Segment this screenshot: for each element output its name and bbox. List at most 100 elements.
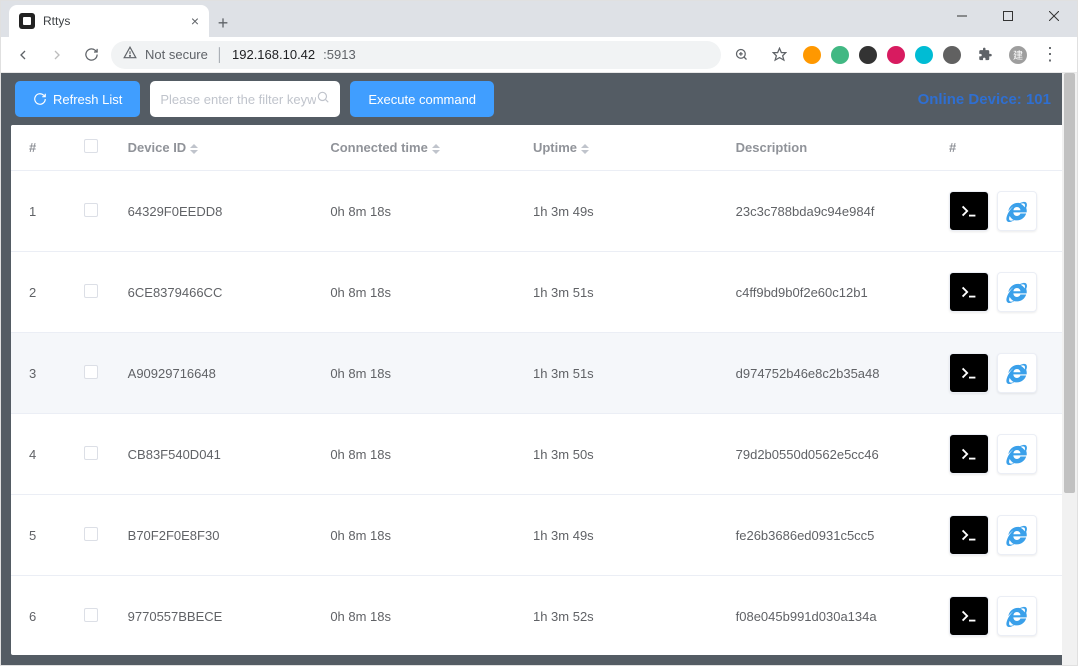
extension-icon-3[interactable] xyxy=(887,46,905,64)
row-checkbox[interactable] xyxy=(84,365,98,379)
web-button[interactable] xyxy=(997,596,1037,636)
cell-connected: 0h 8m 18s xyxy=(320,576,523,656)
window-maximize-button[interactable] xyxy=(985,1,1031,31)
nav-back-button[interactable] xyxy=(9,41,37,69)
page-scrollbar[interactable] xyxy=(1062,73,1077,665)
row-checkbox[interactable] xyxy=(84,527,98,541)
online-device-count: Online Device: 101 xyxy=(918,91,1063,108)
window-minimize-button[interactable] xyxy=(939,1,985,31)
web-button[interactable] xyxy=(997,272,1037,312)
web-button[interactable] xyxy=(997,353,1037,393)
cell-uptime: 1h 3m 52s xyxy=(523,576,726,656)
close-tab-icon[interactable]: × xyxy=(191,13,199,29)
extension-icon-5[interactable] xyxy=(943,46,961,64)
omnibox-separator: │ xyxy=(216,47,224,62)
col-header-uptime[interactable]: Uptime xyxy=(523,125,726,171)
cell-connected: 0h 8m 18s xyxy=(320,171,523,252)
extension-icon-1[interactable] xyxy=(831,46,849,64)
terminal-button[interactable] xyxy=(949,515,989,555)
row-checkbox[interactable] xyxy=(84,446,98,460)
sort-icon xyxy=(190,144,198,154)
scrollbar-thumb[interactable] xyxy=(1064,73,1075,493)
web-button[interactable] xyxy=(997,515,1037,555)
browser-menu-button[interactable]: ⋮ xyxy=(1037,44,1063,65)
profile-avatar[interactable]: 建 xyxy=(1009,46,1027,64)
bookmark-icon[interactable] xyxy=(765,41,793,69)
omnibox[interactable]: Not secure │ 192.168.10.42:5913 xyxy=(111,41,721,69)
cell-checkbox xyxy=(64,252,117,333)
table-row: 26CE8379466CC0h 8m 18s1h 3m 51sc4ff9bd9b… xyxy=(11,252,1067,333)
cell-connected: 0h 8m 18s xyxy=(320,333,523,414)
cell-uptime: 1h 3m 49s xyxy=(523,171,726,252)
table-row: 5B70F2F0E8F300h 8m 18s1h 3m 49sfe26b3686… xyxy=(11,495,1067,576)
terminal-button[interactable] xyxy=(949,434,989,474)
execute-command-button[interactable]: Execute command xyxy=(350,81,494,117)
row-checkbox[interactable] xyxy=(84,608,98,622)
cell-index: 1 xyxy=(11,171,64,252)
refresh-list-button[interactable]: Refresh List xyxy=(15,81,140,117)
cell-uptime: 1h 3m 51s xyxy=(523,252,726,333)
cell-connected: 0h 8m 18s xyxy=(320,414,523,495)
col-header-actions: # xyxy=(939,125,1067,171)
device-table: # Device ID Connected time Uptime Descri… xyxy=(11,125,1067,655)
terminal-button[interactable] xyxy=(949,353,989,393)
table-row: 69770557BBECE0h 8m 18s1h 3m 52sf08e045b9… xyxy=(11,576,1067,656)
cell-checkbox xyxy=(64,414,117,495)
cell-index: 6 xyxy=(11,576,64,656)
page-toolbar: Refresh List Execute command Online Devi… xyxy=(1,73,1077,125)
filter-input[interactable] xyxy=(160,92,316,107)
cell-actions xyxy=(939,333,1067,414)
row-checkbox[interactable] xyxy=(84,203,98,217)
cell-device-id: A90929716648 xyxy=(118,333,321,414)
col-header-connected[interactable]: Connected time xyxy=(320,125,523,171)
new-tab-button[interactable]: + xyxy=(209,9,237,37)
browser-tab[interactable]: Rttys × xyxy=(9,5,209,37)
nav-forward-button[interactable] xyxy=(43,41,71,69)
terminal-button[interactable] xyxy=(949,191,989,231)
not-secure-icon xyxy=(123,46,137,63)
table-row: 1 64329F0EEDD80h 8m 18s1h 3m 49s23c3c788b… xyxy=(11,171,1067,252)
cell-checkbox xyxy=(64,333,117,414)
nav-reload-button[interactable] xyxy=(77,41,105,69)
window-close-button[interactable] xyxy=(1031,1,1077,31)
table-row: 4CB83F540D0410h 8m 18s1h 3m 50s79d2b0550… xyxy=(11,414,1067,495)
select-all-checkbox[interactable] xyxy=(84,139,98,153)
cell-checkbox xyxy=(64,495,117,576)
cell-description: fe26b3686ed0931c5cc5 xyxy=(726,495,939,576)
terminal-button[interactable] xyxy=(949,272,989,312)
tab-favicon xyxy=(19,13,35,29)
col-header-description: Description xyxy=(726,125,939,171)
cell-device-id: 64329F0EEDD8 xyxy=(118,171,321,252)
omnibox-port: :5913 xyxy=(323,47,356,62)
window-controls xyxy=(939,1,1077,37)
cell-connected: 0h 8m 18s xyxy=(320,252,523,333)
search-icon xyxy=(316,90,330,109)
row-checkbox[interactable] xyxy=(84,284,98,298)
table-row: 3A909297166480h 8m 18s1h 3m 51sd974752b4… xyxy=(11,333,1067,414)
cell-device-id: B70F2F0E8F30 xyxy=(118,495,321,576)
extension-icon-0[interactable] xyxy=(803,46,821,64)
browser-address-bar: Not secure │ 192.168.10.42:5913 建 ⋮ xyxy=(1,37,1077,73)
web-button[interactable] xyxy=(997,434,1037,474)
tab-title: Rttys xyxy=(43,14,183,28)
sort-icon xyxy=(581,144,589,154)
cell-connected: 0h 8m 18s xyxy=(320,495,523,576)
refresh-icon xyxy=(33,92,47,106)
col-header-device-id[interactable]: Device ID xyxy=(118,125,321,171)
web-button[interactable] xyxy=(997,191,1037,231)
extension-icon-4[interactable] xyxy=(915,46,933,64)
cell-uptime: 1h 3m 49s xyxy=(523,495,726,576)
cell-actions xyxy=(939,576,1067,656)
cell-checkbox xyxy=(64,576,117,656)
cell-checkbox xyxy=(64,171,117,252)
col-header-index: # xyxy=(11,125,64,171)
zoom-icon[interactable] xyxy=(727,41,755,69)
cell-actions xyxy=(939,252,1067,333)
extensions-button[interactable] xyxy=(971,41,999,69)
cell-description: c4ff9bd9b0f2e60c12b1 xyxy=(726,252,939,333)
terminal-button[interactable] xyxy=(949,596,989,636)
cell-description: 23c3c788bda9c94e984f xyxy=(726,171,939,252)
extension-icon-2[interactable] xyxy=(859,46,877,64)
cell-index: 4 xyxy=(11,414,64,495)
table-header-row: # Device ID Connected time Uptime Descri… xyxy=(11,125,1067,171)
